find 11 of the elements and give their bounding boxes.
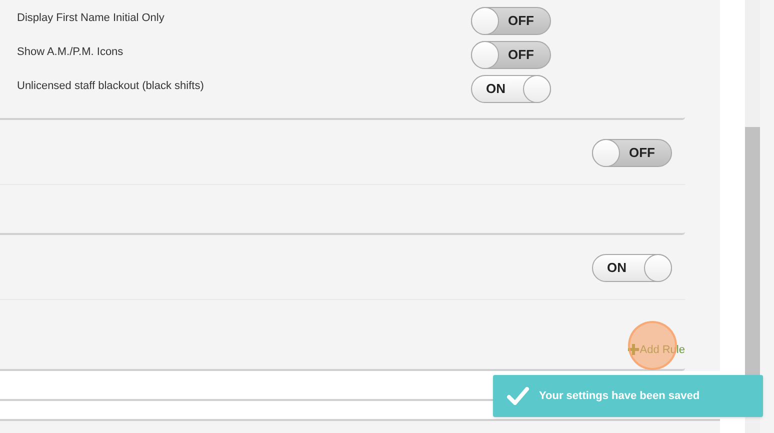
setting-label: Display First Name Initial Only	[17, 11, 166, 26]
setting-label: Show A.M./P.M. Icons	[17, 45, 124, 60]
plus-icon	[628, 344, 639, 356]
toggle-switch[interactable]: OFF	[471, 7, 551, 35]
setting-label: Unlicensed staff blackout (black shifts)	[17, 79, 205, 94]
toast-message: Your settings have been saved	[539, 388, 700, 404]
toggle-switch[interactable]: ON	[471, 75, 551, 103]
toggle-switch[interactable]: OFF	[471, 41, 551, 69]
toggle-switch[interactable]: OFF	[592, 139, 672, 167]
toggle-switch[interactable]: ON	[592, 254, 672, 282]
checkmark-icon	[507, 387, 529, 405]
